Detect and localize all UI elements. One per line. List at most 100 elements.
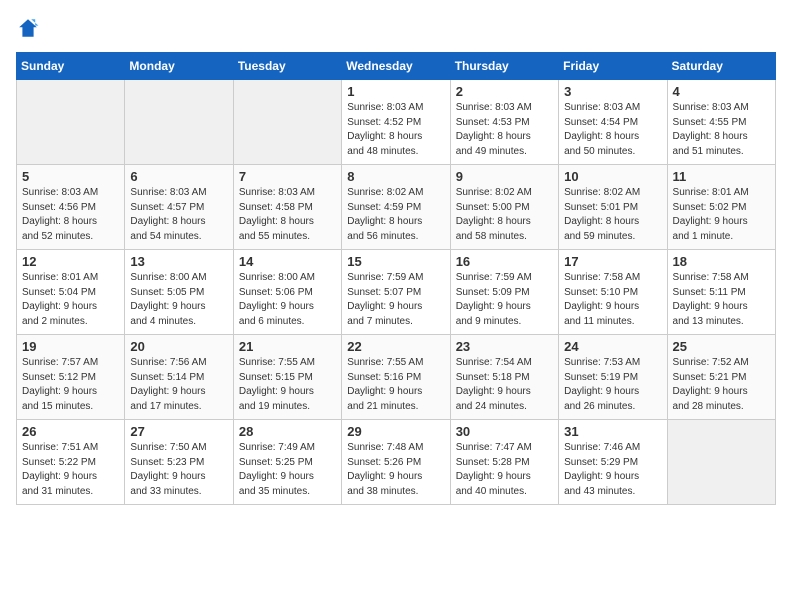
calendar-cell [17,80,125,165]
day-info: Sunrise: 8:03 AM Sunset: 4:57 PM Dayligh… [130,186,227,244]
day-info: Sunrise: 7:51 AM Sunset: 5:22 PM Dayligh… [22,441,119,499]
day-number: 10 [564,169,661,184]
day-info: Sunrise: 8:02 AM Sunset: 5:01 PM Dayligh… [564,186,661,244]
calendar-table: SundayMondayTuesdayWednesdayThursdayFrid… [16,52,776,505]
calendar-cell: 12 Sunrise: 8:01 AM Sunset: 5:04 PM Dayli… [17,250,125,335]
week-row-2: 5 Sunrise: 8:03 AM Sunset: 4:56 PM Daylig… [17,165,776,250]
calendar-cell: 9 Sunrise: 8:02 AM Sunset: 5:00 PM Daylig… [450,165,558,250]
day-info: Sunrise: 7:55 AM Sunset: 5:15 PM Dayligh… [239,356,336,414]
day-info: Sunrise: 8:00 AM Sunset: 5:06 PM Dayligh… [239,271,336,329]
week-row-3: 12 Sunrise: 8:01 AM Sunset: 5:04 PM Dayli… [17,250,776,335]
day-number: 15 [347,254,444,269]
day-number: 31 [564,424,661,439]
day-number: 6 [130,169,227,184]
weekday-header-row: SundayMondayTuesdayWednesdayThursdayFrid… [17,53,776,80]
day-number: 27 [130,424,227,439]
page-header [16,16,776,40]
day-info: Sunrise: 7:46 AM Sunset: 5:29 PM Dayligh… [564,441,661,499]
calendar-cell: 8 Sunrise: 8:02 AM Sunset: 4:59 PM Daylig… [342,165,450,250]
day-info: Sunrise: 7:58 AM Sunset: 5:11 PM Dayligh… [673,271,770,329]
calendar-cell: 27 Sunrise: 7:50 AM Sunset: 5:23 PM Dayli… [125,420,233,505]
week-row-4: 19 Sunrise: 7:57 AM Sunset: 5:12 PM Dayli… [17,335,776,420]
calendar-cell: 13 Sunrise: 8:00 AM Sunset: 5:05 PM Dayli… [125,250,233,335]
day-number: 4 [673,84,770,99]
weekday-header-wednesday: Wednesday [342,53,450,80]
day-info: Sunrise: 8:00 AM Sunset: 5:05 PM Dayligh… [130,271,227,329]
day-info: Sunrise: 7:57 AM Sunset: 5:12 PM Dayligh… [22,356,119,414]
calendar-cell [667,420,775,505]
day-info: Sunrise: 8:03 AM Sunset: 4:54 PM Dayligh… [564,101,661,159]
calendar-cell: 21 Sunrise: 7:55 AM Sunset: 5:15 PM Dayli… [233,335,341,420]
day-number: 17 [564,254,661,269]
calendar-cell: 23 Sunrise: 7:54 AM Sunset: 5:18 PM Dayli… [450,335,558,420]
day-number: 21 [239,339,336,354]
calendar-cell: 4 Sunrise: 8:03 AM Sunset: 4:55 PM Daylig… [667,80,775,165]
calendar-cell: 6 Sunrise: 8:03 AM Sunset: 4:57 PM Daylig… [125,165,233,250]
day-number: 26 [22,424,119,439]
calendar-cell [233,80,341,165]
day-number: 13 [130,254,227,269]
calendar-cell: 22 Sunrise: 7:55 AM Sunset: 5:16 PM Dayli… [342,335,450,420]
calendar-cell: 5 Sunrise: 8:03 AM Sunset: 4:56 PM Daylig… [17,165,125,250]
weekday-header-thursday: Thursday [450,53,558,80]
day-number: 9 [456,169,553,184]
day-number: 22 [347,339,444,354]
calendar-cell: 19 Sunrise: 7:57 AM Sunset: 5:12 PM Dayli… [17,335,125,420]
weekday-header-tuesday: Tuesday [233,53,341,80]
calendar-cell: 26 Sunrise: 7:51 AM Sunset: 5:22 PM Dayli… [17,420,125,505]
day-info: Sunrise: 8:03 AM Sunset: 4:53 PM Dayligh… [456,101,553,159]
logo-icon [16,16,40,40]
calendar-cell: 7Sunrise: 8:03 AM Sunset: 4:58 PM Daylig… [233,165,341,250]
calendar-cell: 29 Sunrise: 7:48 AM Sunset: 5:26 PM Dayli… [342,420,450,505]
day-number: 5 [22,169,119,184]
day-number: 16 [456,254,553,269]
day-info: Sunrise: 8:01 AM Sunset: 5:04 PM Dayligh… [22,271,119,329]
day-number: 23 [456,339,553,354]
day-info: Sunrise: 8:03 AM Sunset: 4:55 PM Dayligh… [673,101,770,159]
calendar-cell: 3Sunrise: 8:03 AM Sunset: 4:54 PM Daylig… [559,80,667,165]
day-info: Sunrise: 7:50 AM Sunset: 5:23 PM Dayligh… [130,441,227,499]
day-info: Sunrise: 8:03 AM Sunset: 4:56 PM Dayligh… [22,186,119,244]
day-number: 12 [22,254,119,269]
day-number: 11 [673,169,770,184]
calendar-cell: 16 Sunrise: 7:59 AM Sunset: 5:09 PM Dayli… [450,250,558,335]
day-number: 19 [22,339,119,354]
day-number: 18 [673,254,770,269]
calendar-cell: 2 Sunrise: 8:03 AM Sunset: 4:53 PM Daylig… [450,80,558,165]
day-number: 14 [239,254,336,269]
weekday-header-saturday: Saturday [667,53,775,80]
day-info: Sunrise: 7:54 AM Sunset: 5:18 PM Dayligh… [456,356,553,414]
weekday-header-friday: Friday [559,53,667,80]
logo [16,16,44,40]
week-row-5: 26 Sunrise: 7:51 AM Sunset: 5:22 PM Dayli… [17,420,776,505]
day-info: Sunrise: 7:52 AM Sunset: 5:21 PM Dayligh… [673,356,770,414]
day-number: 29 [347,424,444,439]
calendar-cell: 31 Sunrise: 7:46 AM Sunset: 5:29 PM Dayli… [559,420,667,505]
day-number: 28 [239,424,336,439]
day-info: Sunrise: 7:58 AM Sunset: 5:10 PM Dayligh… [564,271,661,329]
week-row-1: 1 Sunrise: 8:03 AM Sunset: 4:52 PM Daylig… [17,80,776,165]
day-number: 30 [456,424,553,439]
day-info: Sunrise: 7:59 AM Sunset: 5:07 PM Dayligh… [347,271,444,329]
weekday-header-monday: Monday [125,53,233,80]
day-info: Sunrise: 7:47 AM Sunset: 5:28 PM Dayligh… [456,441,553,499]
day-info: Sunrise: 8:02 AM Sunset: 4:59 PM Dayligh… [347,186,444,244]
day-info: Sunrise: 8:01 AM Sunset: 5:02 PM Dayligh… [673,186,770,244]
day-number: 1 [347,84,444,99]
day-info: Sunrise: 7:49 AM Sunset: 5:25 PM Dayligh… [239,441,336,499]
calendar-cell: 28 Sunrise: 7:49 AM Sunset: 5:25 PM Dayli… [233,420,341,505]
day-info: Sunrise: 7:53 AM Sunset: 5:19 PM Dayligh… [564,356,661,414]
day-info: Sunrise: 7:59 AM Sunset: 5:09 PM Dayligh… [456,271,553,329]
day-info: Sunrise: 7:48 AM Sunset: 5:26 PM Dayligh… [347,441,444,499]
calendar-cell: 24Sunrise: 7:53 AM Sunset: 5:19 PM Dayli… [559,335,667,420]
day-info: Sunrise: 7:55 AM Sunset: 5:16 PM Dayligh… [347,356,444,414]
day-info: Sunrise: 8:02 AM Sunset: 5:00 PM Dayligh… [456,186,553,244]
day-info: Sunrise: 7:56 AM Sunset: 5:14 PM Dayligh… [130,356,227,414]
calendar-cell: 10 Sunrise: 8:02 AM Sunset: 5:01 PM Dayli… [559,165,667,250]
day-number: 2 [456,84,553,99]
calendar-cell: 18 Sunrise: 7:58 AM Sunset: 5:11 PM Dayli… [667,250,775,335]
day-number: 20 [130,339,227,354]
day-number: 8 [347,169,444,184]
calendar-cell: 1 Sunrise: 8:03 AM Sunset: 4:52 PM Daylig… [342,80,450,165]
day-info: Sunrise: 8:03 AM Sunset: 4:52 PM Dayligh… [347,101,444,159]
